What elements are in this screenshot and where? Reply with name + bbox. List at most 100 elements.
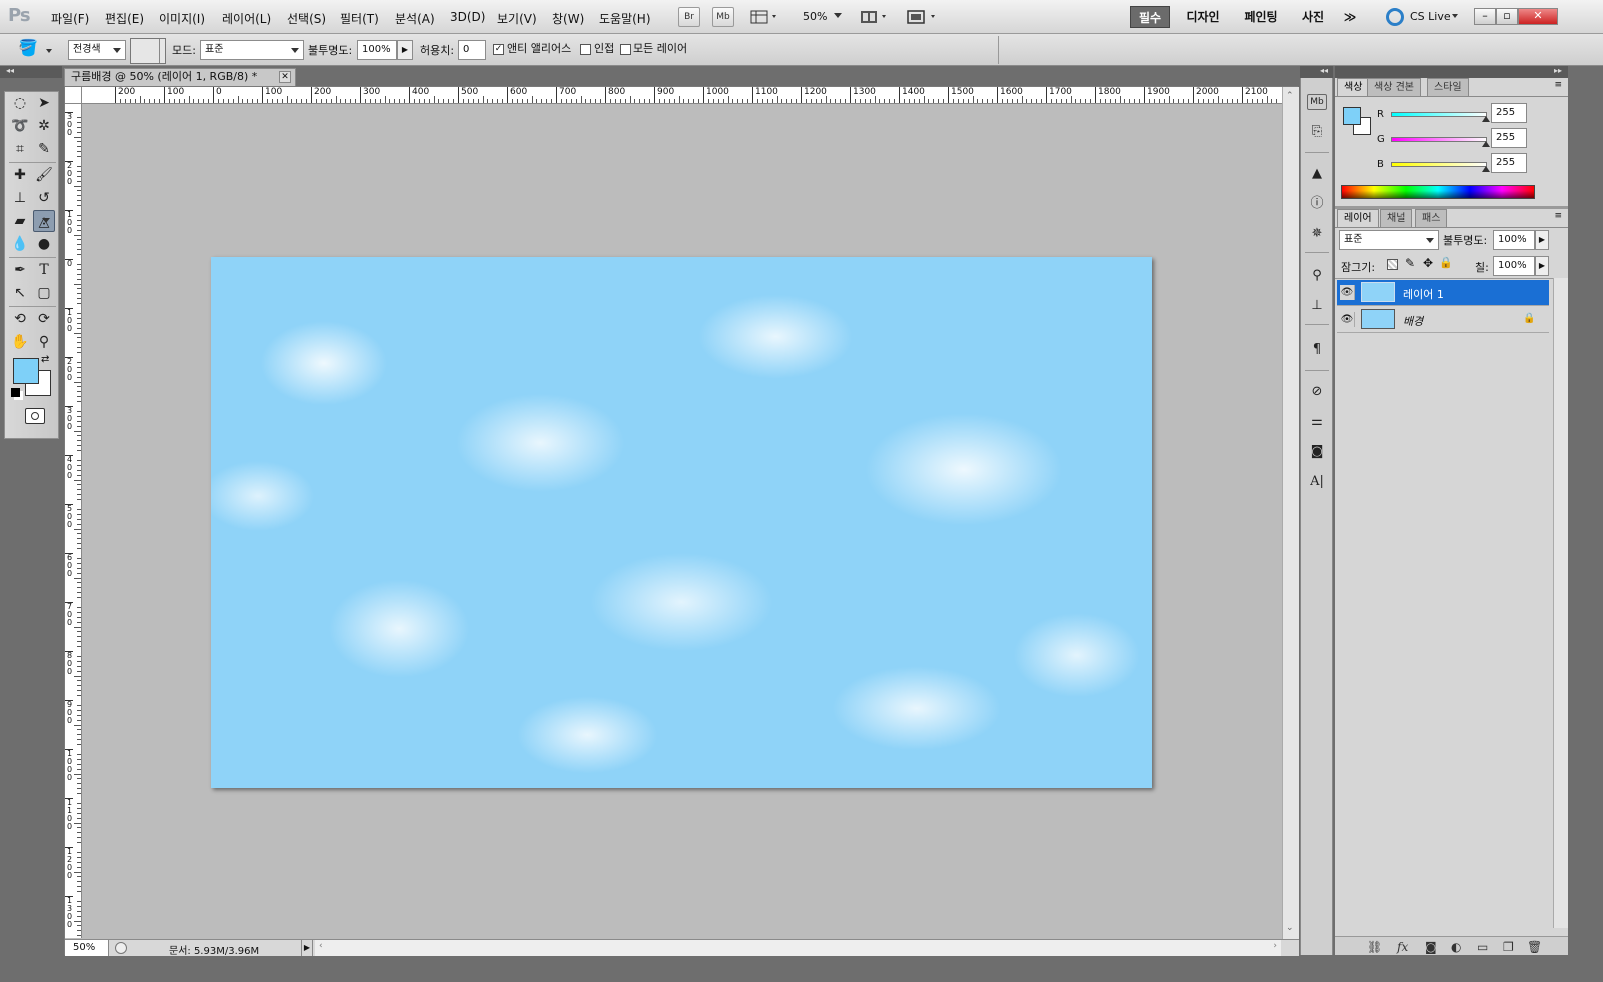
pattern-picker[interactable] — [130, 38, 166, 64]
3d-orbit-tool[interactable]: ⟳ — [33, 308, 55, 330]
cs-live-button[interactable]: CS Live — [1410, 10, 1451, 23]
scroll-up-icon[interactable]: ⌃ — [1286, 91, 1294, 101]
paint-bucket-tool[interactable]: ◬ — [33, 210, 55, 232]
contiguous-checkbox[interactable] — [580, 44, 591, 55]
menu-select[interactable]: 선택(S) — [287, 10, 326, 27]
layers-scrollbar[interactable] — [1553, 278, 1568, 928]
pen-tool[interactable]: ✒ — [9, 259, 31, 281]
visibility-eye-icon[interactable]: 👁 — [1340, 312, 1355, 327]
slider-handle-icon[interactable] — [1482, 141, 1490, 147]
scroll-left-icon[interactable]: ‹ — [319, 941, 323, 951]
b-value-input[interactable]: 255 — [1491, 153, 1527, 173]
add-mask-icon[interactable]: ◙ — [1425, 940, 1437, 954]
path-selection-tool[interactable]: ↖ — [9, 282, 31, 304]
document-tab[interactable]: 구름배경 @ 50% (레이어 1, RGB/8) * ✕ — [64, 68, 296, 86]
new-layer-icon[interactable]: ❐ — [1503, 940, 1514, 954]
workspace-design[interactable]: 디자인 — [1180, 6, 1226, 28]
canvas-clouds-image[interactable] — [211, 257, 1152, 788]
menu-analysis[interactable]: 분석(A) — [395, 10, 435, 27]
masks-panel-icon[interactable]: ⚌ — [1307, 412, 1327, 432]
fill-input[interactable]: 100% — [1493, 256, 1535, 276]
r-value-input[interactable]: 255 — [1491, 103, 1527, 123]
default-colors-icon[interactable] — [11, 388, 20, 397]
layer-row-background[interactable]: 👁 배경 🔒 — [1337, 307, 1549, 333]
foreground-color-swatch[interactable] — [13, 358, 39, 384]
zoom-field[interactable]: 50% — [65, 940, 109, 956]
hand-tool[interactable]: ✋ — [9, 331, 31, 353]
ruler-origin[interactable] — [65, 87, 82, 104]
status-icon[interactable] — [115, 942, 127, 954]
b-slider[interactable] — [1391, 162, 1487, 167]
move-tool[interactable]: ➤ — [33, 92, 55, 114]
icon-dock-collapse-bar[interactable]: ◂◂ — [1300, 66, 1333, 78]
history-brush-tool[interactable]: ↺ — [33, 187, 55, 209]
scroll-right-icon[interactable]: › — [1273, 941, 1277, 951]
panel-menu-icon[interactable]: ≡ — [1554, 80, 1562, 90]
swap-colors-icon[interactable]: ⇄ — [41, 354, 49, 365]
status-menu-button[interactable]: ▶ — [301, 940, 313, 956]
menu-3d[interactable]: 3D(D) — [450, 10, 485, 24]
tab-channels[interactable]: 채널 — [1380, 209, 1413, 227]
bridge-button[interactable]: Br — [678, 7, 700, 27]
scroll-down-icon[interactable]: ⌄ — [1286, 923, 1294, 933]
tab-paths[interactable]: 패스 — [1415, 209, 1448, 227]
histogram-panel-icon[interactable]: ▲ — [1307, 164, 1327, 184]
g-value-input[interactable]: 255 — [1491, 128, 1527, 148]
chevron-down-icon[interactable] — [46, 49, 52, 53]
quick-mask-button[interactable] — [25, 408, 45, 424]
arrange-documents-button[interactable] — [860, 9, 892, 25]
dodge-tool[interactable]: ● — [33, 233, 55, 255]
menu-view[interactable]: 보기(V) — [497, 10, 537, 27]
adjustment-layer-icon[interactable]: ◐ — [1451, 940, 1461, 954]
menu-help[interactable]: 도움말(H) — [599, 10, 651, 27]
menu-filter[interactable]: 필터(T) — [340, 10, 379, 27]
menu-image[interactable]: 이미지(I) — [159, 10, 205, 27]
lock-all-icon[interactable]: 🔒 — [1439, 256, 1453, 269]
view-extras-button[interactable] — [750, 9, 780, 25]
antialias-checkbox[interactable]: ✓ — [493, 44, 504, 55]
paragraph-panel-icon[interactable]: ¶ — [1307, 340, 1327, 360]
close-button[interactable]: ✕ — [1518, 8, 1558, 25]
blur-tool[interactable]: 💧 — [9, 233, 31, 255]
r-slider[interactable] — [1391, 112, 1487, 117]
character-panel-icon[interactable]: A| — [1307, 472, 1327, 492]
3d-panel-icon[interactable]: ◙ — [1307, 442, 1327, 462]
fill-slider-button[interactable]: ▶ — [1535, 256, 1549, 276]
type-tool[interactable]: T — [33, 259, 55, 281]
chevron-down-icon[interactable] — [834, 13, 842, 18]
tab-styles[interactable]: 스타일 — [1427, 78, 1469, 96]
paint-bucket-preset-picker[interactable]: 🪣 — [18, 38, 48, 60]
eraser-tool[interactable]: ▰ — [9, 210, 31, 232]
fill-source-select[interactable]: 전경색 — [68, 40, 126, 60]
brush-panel-icon[interactable]: ⚲ — [1307, 266, 1327, 286]
lasso-tool[interactable]: ➰ — [9, 115, 31, 137]
mini-bridge-button[interactable]: Mb — [712, 7, 734, 27]
menu-file[interactable]: 파일(F) — [51, 10, 89, 27]
menu-edit[interactable]: 편집(E) — [105, 10, 144, 27]
menu-window[interactable]: 창(W) — [552, 10, 584, 27]
3d-rotate-tool[interactable]: ⟲ — [9, 308, 31, 330]
healing-brush-tool[interactable]: ✚ — [9, 164, 31, 186]
menu-layer[interactable]: 레이어(L) — [222, 10, 271, 27]
zoom-tool[interactable]: ⚲ — [33, 331, 55, 353]
chevron-down-icon[interactable] — [1452, 14, 1458, 18]
navigator-panel-icon[interactable]: ✵ — [1307, 224, 1327, 244]
eyedropper-tool[interactable]: ✎ — [33, 138, 55, 160]
visibility-eye-icon[interactable]: 👁 — [1340, 285, 1355, 300]
opacity-slider-button[interactable]: ▶ — [397, 40, 413, 60]
layer-opacity-input[interactable]: 100% — [1493, 230, 1535, 250]
panel-menu-icon[interactable]: ≡ — [1554, 211, 1562, 221]
history-panel-icon[interactable]: ⎘ — [1307, 122, 1327, 142]
toolbox-collapse-bar[interactable]: ◂◂ — [0, 66, 62, 78]
more-workspaces-button[interactable]: ≫ — [1338, 6, 1362, 28]
close-tab-icon[interactable]: ✕ — [279, 71, 291, 83]
slider-handle-icon[interactable] — [1482, 166, 1490, 172]
mini-bridge-panel-icon[interactable]: Mb — [1307, 94, 1327, 110]
minimize-button[interactable]: – — [1474, 8, 1496, 25]
tab-layers[interactable]: 레이어 — [1337, 209, 1379, 227]
brush-tool[interactable]: 🖌 — [33, 164, 55, 186]
clone-stamp-tool[interactable]: ⊥ — [9, 187, 31, 209]
lock-position-icon[interactable]: ✥ — [1423, 256, 1433, 270]
workspace-essentials[interactable]: 필수 — [1130, 6, 1170, 28]
tab-color[interactable]: 색상 — [1337, 78, 1370, 96]
